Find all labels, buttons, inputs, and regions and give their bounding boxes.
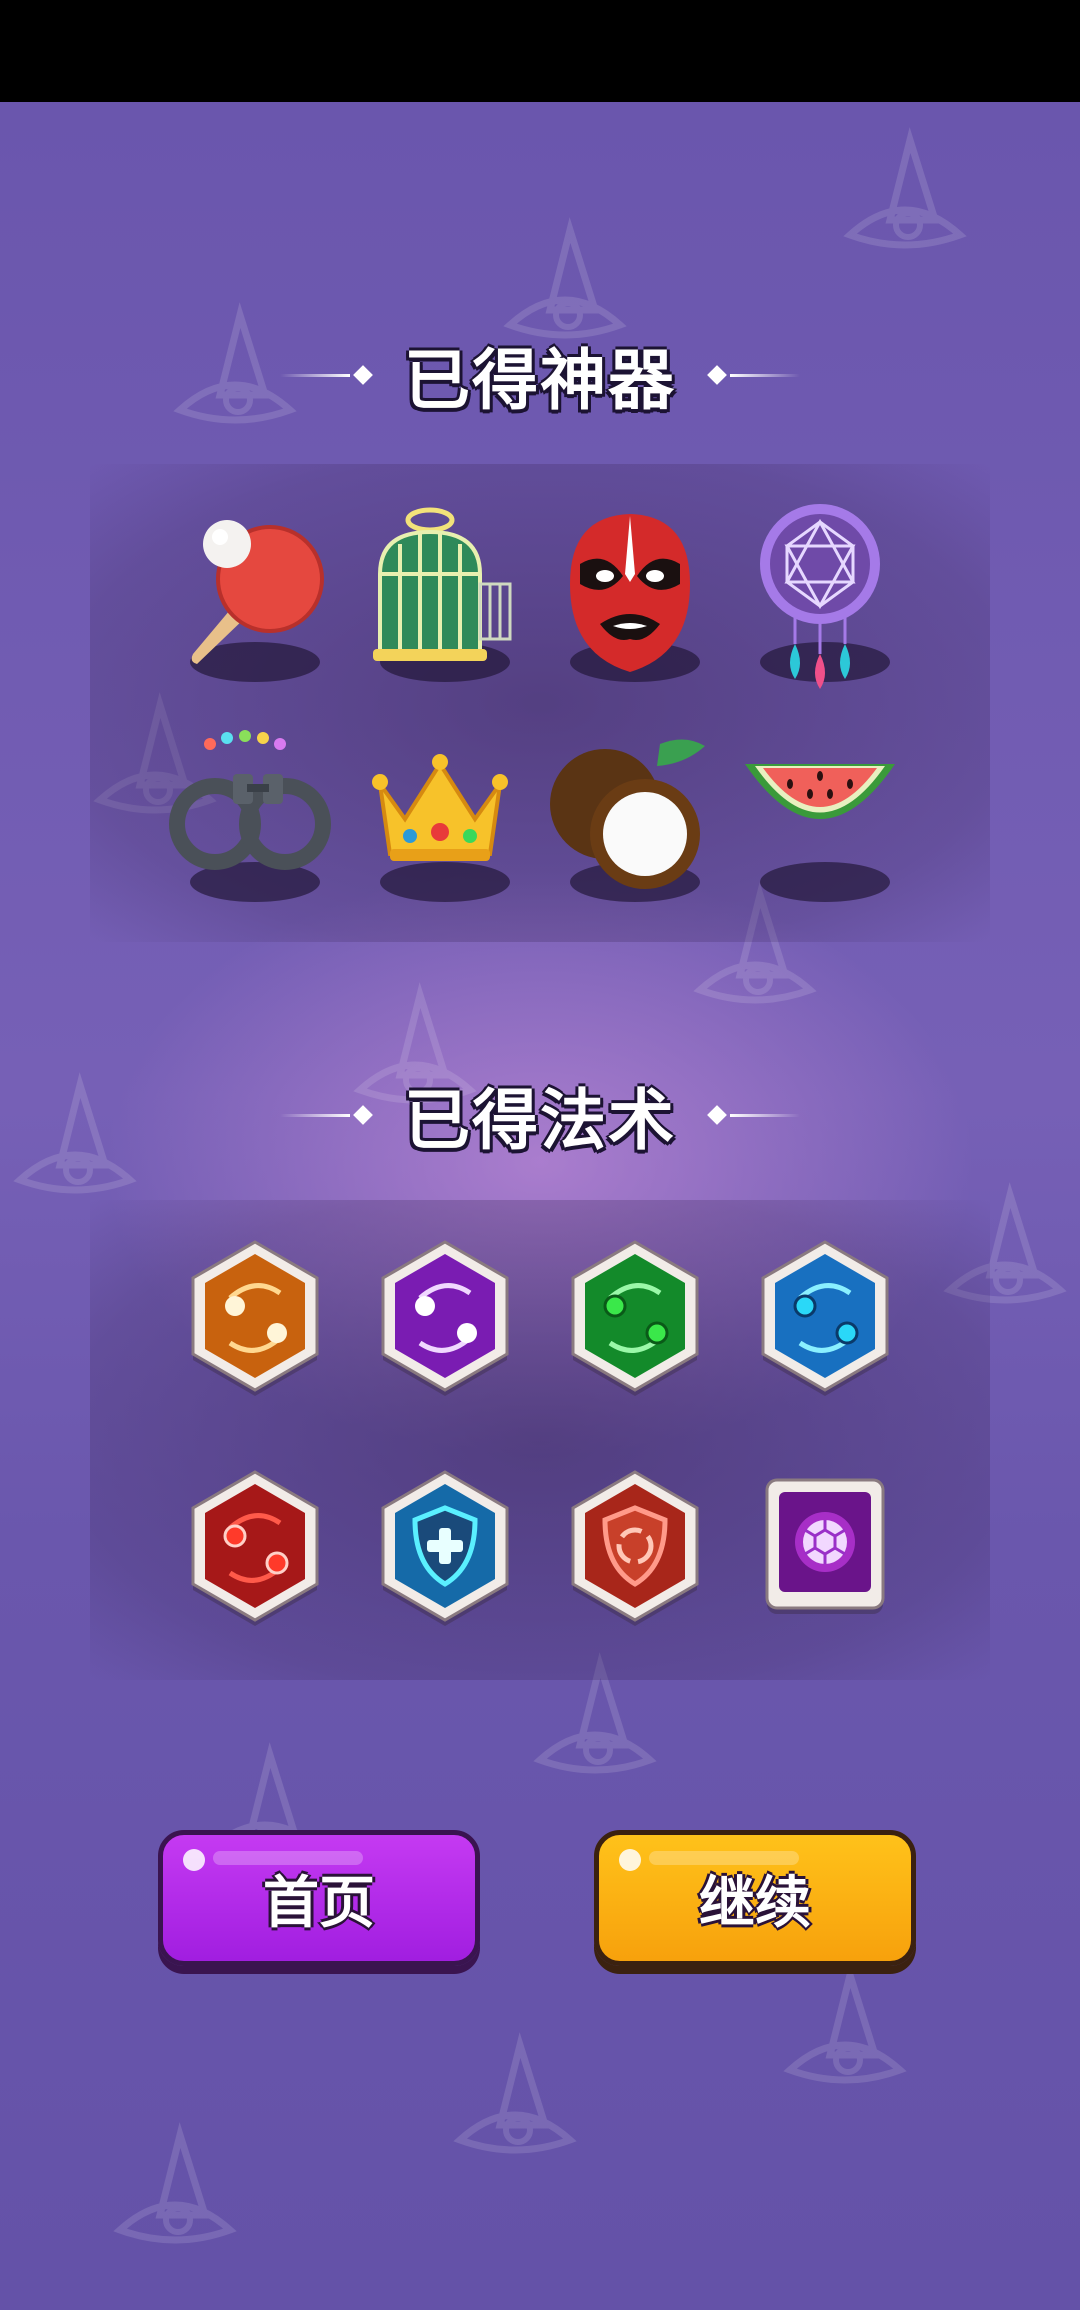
opera-mask-icon <box>570 514 690 672</box>
spell-orange-swap[interactable] <box>185 1238 325 1398</box>
green-swap-orbs-icon <box>571 1240 699 1396</box>
artifact-crown[interactable] <box>355 724 525 914</box>
witch-hat-pattern-icon <box>843 127 967 249</box>
status-bar <box>0 0 1080 102</box>
witch-hat-pattern-icon <box>113 2122 237 2244</box>
healing-shield-icon <box>381 1470 509 1626</box>
witch-hat-pattern-icon <box>453 2032 577 2154</box>
title-decoration-left <box>280 1105 376 1125</box>
handcuffs-icon <box>169 730 331 870</box>
spell-blue-swap[interactable] <box>755 1238 895 1398</box>
artifact-watermelon[interactable] <box>735 724 905 914</box>
coconut-icon <box>550 739 705 889</box>
spells-panel <box>90 1200 990 1680</box>
artifacts-header: 已得神器 <box>0 320 1080 430</box>
artifact-opera-mask[interactable] <box>545 504 715 694</box>
spell-red-swap[interactable] <box>185 1468 325 1628</box>
dreamcatcher-icon <box>760 504 880 689</box>
title-decoration-right <box>704 1105 800 1125</box>
ping-pong-paddle-icon <box>191 520 324 664</box>
spell-refresh-shield[interactable] <box>565 1468 705 1628</box>
purple-swap-orbs-icon <box>381 1240 509 1396</box>
spell-turtle-shell[interactable] <box>755 1468 895 1628</box>
artifacts-title: 已得神器 <box>404 342 676 419</box>
crown-icon <box>372 754 508 861</box>
spell-green-swap[interactable] <box>565 1238 705 1398</box>
birdcage-icon <box>373 507 512 661</box>
witch-hat-pattern-icon <box>783 1962 907 2084</box>
continue-button[interactable]: 继续 <box>594 1830 916 1966</box>
orange-swap-orbs-icon <box>191 1240 319 1396</box>
home-button-label: 首页 <box>263 1870 375 1936</box>
artifact-birdcage[interactable] <box>355 504 525 694</box>
red-swap-orbs-icon <box>191 1470 319 1626</box>
turtle-shell-icon <box>765 1478 885 1614</box>
spell-purple-swap[interactable] <box>375 1238 515 1398</box>
artifact-handcuffs[interactable] <box>165 724 335 914</box>
spells-header: 已得法术 <box>0 1060 1080 1170</box>
home-button[interactable]: 首页 <box>158 1830 480 1966</box>
continue-button-label: 继续 <box>699 1870 811 1936</box>
artifact-dreamcatcher[interactable] <box>735 504 905 694</box>
blue-swap-orbs-icon <box>761 1240 889 1396</box>
artifact-coconut[interactable] <box>545 724 715 914</box>
watermelon-icon <box>745 764 895 819</box>
spell-healing-shield[interactable] <box>375 1468 515 1628</box>
refresh-shield-icon <box>571 1470 699 1626</box>
artifacts-panel <box>90 464 990 942</box>
artifact-ping-pong-paddle[interactable] <box>165 504 335 694</box>
title-decoration-right <box>704 365 800 385</box>
title-decoration-left <box>280 365 376 385</box>
spells-title: 已得法术 <box>404 1082 676 1159</box>
